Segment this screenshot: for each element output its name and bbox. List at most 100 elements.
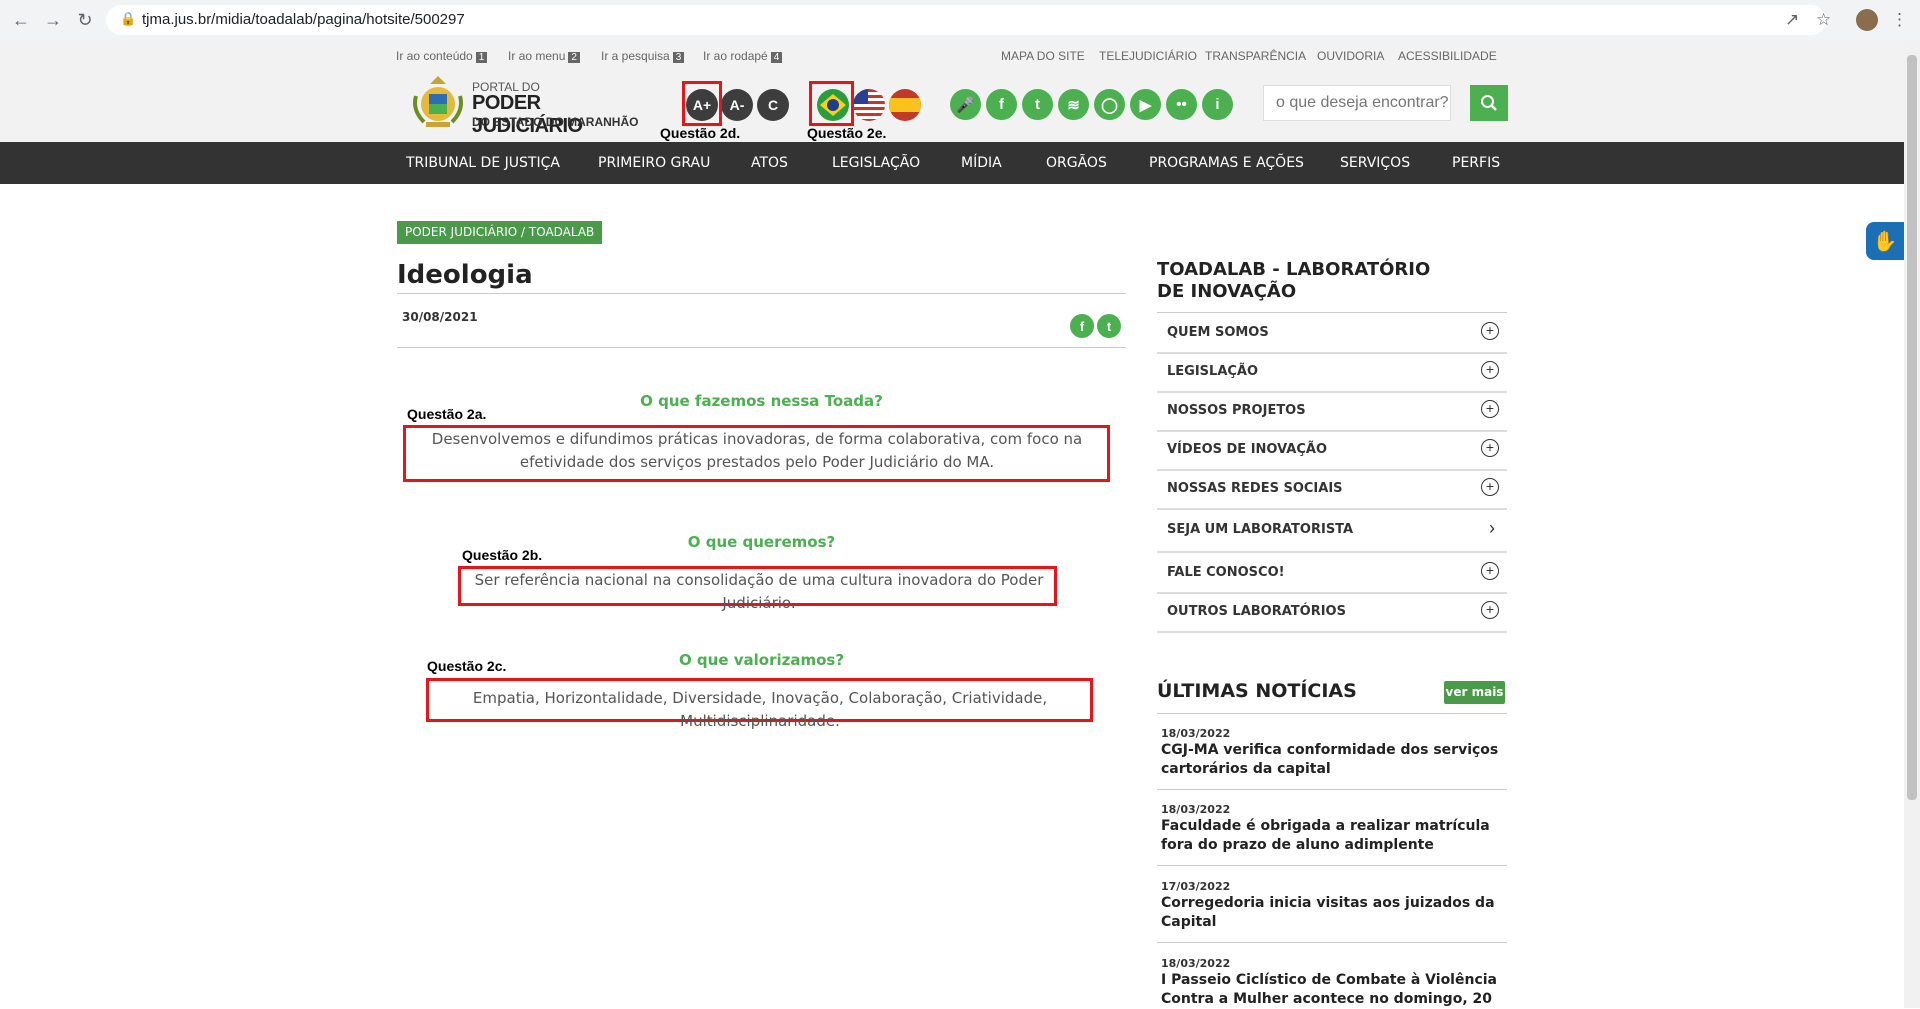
browser-toolbar: ← → ↻ 🔒 tjma.jus.br/midia/toadalab/pagin… [0,0,1920,41]
nav-atos[interactable]: ATOS [751,155,788,171]
highlight-flag-brazil [809,81,854,126]
plus-circle-icon: + [1481,562,1499,580]
nav-servicos[interactable]: SERVIÇOS [1340,155,1410,171]
plus-circle-icon: + [1481,601,1499,619]
search-button[interactable] [1470,85,1508,121]
url-text: tjma.jus.br/midia/toadalab/pagina/hotsit… [142,11,465,28]
sidebar-item-fale-conosco[interactable]: FALE CONOSCO! + [1157,553,1507,594]
link-site-map[interactable]: MAPA DO SITE [1001,49,1085,63]
youtube-icon[interactable]: ▶ [1130,89,1161,120]
page-title: Ideologia [397,260,533,290]
share-icon[interactable]: ↗ [1785,10,1799,30]
lock-icon: 🔒 [120,11,137,26]
logo-line3: DO ESTADO DO MARANHÃO [472,115,639,129]
plus-circle-icon: + [1481,439,1499,457]
skip-link-content[interactable]: Ir ao conteúdo 1 [396,49,488,63]
flag-spain-icon[interactable] [889,89,921,121]
forward-icon[interactable]: → [41,8,65,32]
share-facebook-icon[interactable]: f [1070,314,1094,338]
nav-legislacao[interactable]: LEGISLAÇÃO [832,155,920,171]
flag-usa-icon[interactable] [853,89,885,121]
news-divider [1157,942,1507,943]
flickr-icon[interactable]: •• [1166,89,1197,120]
news-section-title: ÚLTIMAS NOTÍCIAS [1157,680,1357,702]
breadcrumb[interactable]: PODER JUDICIÁRIO / TOADALAB [397,221,603,244]
sidebar-item-outros-laboratorios[interactable]: OUTROS LABORATÓRIOS + [1157,592,1507,633]
bookmark-star-icon[interactable]: ☆ [1816,10,1831,30]
plus-circle-icon: + [1481,361,1499,379]
coat-of-arms-icon [413,76,463,127]
news-item-link[interactable]: Faculdade é obrigada a realizar matrícul… [1161,817,1501,855]
info-icon[interactable]: i [1202,89,1233,120]
nav-tribunal-de-justica[interactable]: TRIBUNAL DE JUSTIÇA [406,155,560,171]
sidebar-item-nossas-redes-sociais[interactable]: NOSSAS REDES SOCIAIS + [1157,469,1507,510]
sidebar-item-nossos-projetos[interactable]: NOSSOS PROJETOS + [1157,391,1507,432]
share-twitter-icon[interactable]: t [1097,314,1121,338]
link-telejudiciario[interactable]: TELEJUDICIÁRIO [1099,49,1197,63]
contrast-button[interactable]: C [757,89,789,121]
profile-avatar[interactable] [1856,9,1878,31]
nav-perfis[interactable]: PERFIS [1452,155,1500,171]
plus-circle-icon: + [1481,478,1499,496]
site-header [0,40,1904,142]
font-decrease-button[interactable]: A- [721,89,753,121]
news-date: 17/03/2022 [1161,880,1231,893]
chevron-right-icon: › [1489,518,1495,538]
annotation-2d: Questão 2d. [660,125,741,141]
section-text-fazemos: Desenvolvemos e difundimos práticas inov… [431,430,1083,471]
news-item-link[interactable]: CGJ-MA verifica conformidade dos serviço… [1161,741,1501,779]
skip-link-menu[interactable]: Ir ao menu 2 [508,49,580,63]
annotation-2a: Questão 2a. [407,406,487,422]
search-icon [1481,95,1497,111]
annotation-2c: Questão 2c. [427,658,507,674]
section-text-valorizamos: Empatia, Horizontalidade, Diversidade, I… [472,689,1048,730]
highlight-font-increase [682,81,722,126]
microphone-icon[interactable]: 🎤 [950,89,981,120]
skip-link-search[interactable]: Ir a pesquisa 3 [601,49,685,63]
annotation-2b: Questão 2b. [462,547,543,563]
news-date: 18/03/2022 [1161,957,1231,970]
sidebar-item-legislacao[interactable]: LEGISLAÇÃO + [1157,352,1507,393]
news-title-divider [1157,713,1507,714]
menu-dots-icon[interactable]: ⋮ [1891,10,1908,30]
plus-circle-icon: + [1481,322,1499,340]
sidebar-item-seja-um-laboratorista[interactable]: SEJA UM LABORATORISTA › [1157,508,1507,553]
nav-orgaos[interactable]: ORGÃOS [1046,155,1107,171]
scrollbar-thumb[interactable] [1907,55,1917,800]
news-divider [1157,789,1507,790]
nav-primeiro-grau[interactable]: PRIMEIRO GRAU [598,155,710,171]
nav-midia[interactable]: MÍDIA [961,155,1002,171]
title-divider [397,293,1126,294]
nav-programas-e-acoes[interactable]: PROGRAMAS E AÇÕES [1149,155,1304,171]
news-divider [1157,865,1507,866]
site-logo[interactable]: PORTAL DO PODER JUDICIÁRIO DO ESTADO DO … [410,74,640,137]
ver-mais-button[interactable]: ver mais [1444,681,1505,704]
reload-icon[interactable]: ↻ [73,8,97,32]
date-divider [397,347,1126,348]
back-icon[interactable]: ← [9,8,33,32]
sidebar-title: TOADALAB - LABORATÓRIO DE INOVAÇÃO [1157,259,1431,302]
section-heading-fazemos: O que fazemos nessa Toada? [640,392,883,410]
facebook-icon[interactable]: f [986,89,1017,120]
news-date: 18/03/2022 [1161,803,1231,816]
plus-circle-icon: + [1481,400,1499,418]
news-item-link[interactable]: I Passeio Ciclístico de Combate à Violên… [1161,971,1501,1009]
skip-link-footer[interactable]: Ir ao rodapé 4 [703,49,783,63]
publish-date: 30/08/2021 [402,310,478,324]
address-bar[interactable]: 🔒 tjma.jus.br/midia/toadalab/pagina/hots… [106,5,1826,35]
news-date: 18/03/2022 [1161,727,1231,740]
twitter-icon[interactable]: t [1022,89,1053,120]
instagram-icon[interactable]: ◯ [1094,89,1125,120]
section-text-queremos: Ser referência nacional na consolidação … [474,571,1044,612]
main-nav [0,142,1904,184]
link-acessibilidade[interactable]: ACESSIBILIDADE [1398,49,1497,63]
news-item-link[interactable]: Corregedoria inicia visitas aos juizados… [1161,894,1501,932]
link-transparencia[interactable]: TRANSPARÊNCIA [1205,49,1306,63]
sidebar-item-videos-de-inovacao[interactable]: VÍDEOS DE INOVAÇÃO + [1157,430,1507,471]
search-input[interactable] [1263,85,1451,121]
sign-language-icon[interactable]: ✋ [1866,222,1904,260]
sidebar-item-quem-somos[interactable]: QUEM SOMOS + [1157,313,1507,354]
annotation-2e: Questão 2e. [807,125,887,141]
rss-icon[interactable]: ≋ [1058,89,1089,120]
link-ouvidoria[interactable]: OUVIDORIA [1317,49,1384,63]
